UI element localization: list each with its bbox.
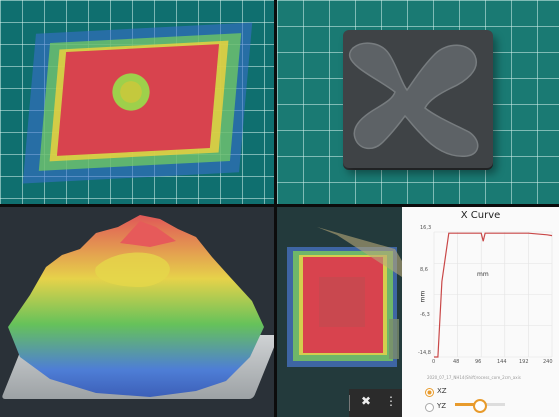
- radio-yz[interactable]: [425, 403, 434, 412]
- toolbar-divider: [349, 395, 350, 411]
- terrain-3d-icon: [8, 215, 264, 397]
- radio-yz-label: YZ: [437, 402, 447, 410]
- stone-sample: [343, 30, 493, 168]
- x-tick-label: 144: [497, 359, 507, 365]
- x-tick-label: 96: [475, 359, 482, 365]
- y-tick-label: -14,8: [418, 350, 431, 356]
- toolbar: ✖ ⋮: [349, 389, 402, 417]
- panel-app-screen: X Curve 16,3 8,6 -6,3 -14,8 mm mm 0 48 9…: [277, 207, 559, 417]
- y-tick-label: 16,3: [420, 225, 432, 231]
- x-tick-label: 240: [543, 359, 553, 365]
- panel-terrain-3d: [0, 207, 274, 417]
- radio-xz[interactable]: [425, 388, 434, 397]
- x-tick-label: 192: [519, 359, 529, 365]
- slider-knob[interactable]: [472, 399, 487, 413]
- y-axis-label: mm: [419, 290, 427, 303]
- heatmap-center-ring: [108, 72, 154, 112]
- photo-heatmap-icon: [277, 207, 402, 417]
- more-vertical-icon[interactable]: ⋮: [385, 395, 397, 407]
- x-curve-series-line: [434, 232, 553, 358]
- panel-stone-sample: [277, 0, 559, 204]
- panel-heatmap-mat: [0, 0, 274, 204]
- x-tick-label: 0: [432, 359, 436, 365]
- x-axis-label: mm: [477, 271, 489, 278]
- radio-xz-label: XZ: [437, 387, 447, 395]
- legend-entry: 2020_07_17_NH14(Shift)rocess_core_2cm_ax…: [427, 375, 521, 380]
- stone-pattern-icon: [348, 42, 479, 157]
- slider[interactable]: [455, 399, 505, 413]
- x-tick-label: 48: [453, 359, 460, 365]
- close-icon[interactable]: ✖: [361, 395, 371, 407]
- y-tick-label: -6,3: [420, 312, 430, 318]
- chart-title: X Curve: [460, 210, 501, 221]
- y-tick-label: 8,6: [420, 267, 428, 273]
